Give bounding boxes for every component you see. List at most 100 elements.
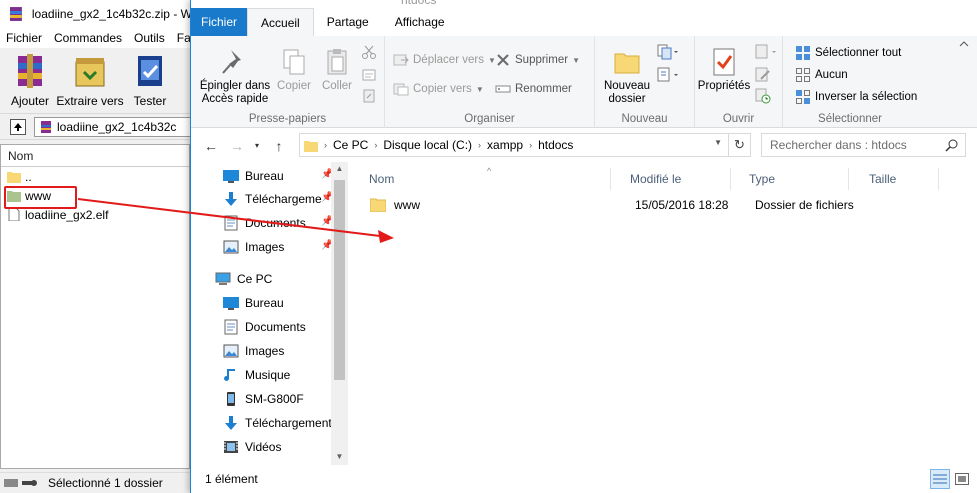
tab-affichage[interactable]: Affichage [382,8,458,36]
pin-icon[interactable]: 📌 [321,216,333,228]
pin-icon[interactable]: 📌 [321,169,333,181]
nav-quick-bureau[interactable]: Bureau 📌 [223,165,333,187]
breadcrumb-htdocs[interactable]: htdocs [538,138,573,152]
cut-icon[interactable] [361,44,377,60]
images-icon [223,344,239,358]
documents-icon [224,319,238,335]
refresh-button[interactable]: ↻ [728,134,750,156]
menu-commandes[interactable]: Commandes [48,31,128,45]
new-folder-button[interactable]: Nouveau dossier [599,46,655,106]
menu-outils[interactable]: Outils [128,31,171,45]
up-folder-button[interactable] [10,118,26,135]
group-organize: Déplacer vers ▼ Supprimer ▼ Copier vers ▼ R… [385,36,595,128]
pin-label-1: Épingler dans [199,80,271,92]
winrar-add-icon [18,54,42,88]
scroll-down-icon[interactable]: ▼ [331,452,348,461]
file-list-pane[interactable]: Nom ^ Modifié le Type Taille www 15/05/2… [349,162,977,465]
delete-label: Supprimer [515,54,569,66]
move-to-button[interactable]: Déplacer vers ▼ [393,52,496,68]
chevron-down-icon: ▼ [475,84,484,94]
pin-quick-access-button[interactable]: Épingler dans Accès rapide [197,46,273,106]
move-to-label: Déplacer vers [413,54,484,66]
menu-fichier[interactable]: Fichier [0,31,48,45]
paste-shortcut-icon[interactable] [361,88,377,104]
column-modified[interactable]: Modifié le [611,168,731,190]
rename-button[interactable]: Renommer [495,81,572,97]
select-all-button[interactable]: Sélectionner tout [795,45,901,61]
winrar-toolbar: Ajouter Extraire vers Tester [0,48,200,112]
nav-label: Images [245,344,285,358]
music-icon [224,369,235,381]
rename-label: Renommer [515,83,572,95]
group-new: Nouveau dossier Nouveau [595,36,695,128]
column-type[interactable]: Type [731,168,849,190]
breadcrumb-disque-local[interactable]: Disque local (C:) [383,138,472,152]
large-icons-view-button[interactable] [952,469,972,489]
tab-fichier[interactable]: Fichier [191,8,248,36]
paste-button[interactable]: Coller [317,46,357,93]
nav-scrollbar[interactable]: ▲ ▼ [331,162,348,465]
delete-button[interactable]: Supprimer ▼ [495,52,580,68]
column-size[interactable]: Taille [849,168,939,190]
chevron-up-icon[interactable] [959,39,969,49]
copy-icon [283,49,305,75]
pin-icon[interactable]: 📌 [321,192,333,204]
back-button[interactable]: ← [201,138,221,154]
details-view-button[interactable] [930,469,950,489]
nav-quick-telechargements[interactable]: Téléchargeme 📌 [223,188,333,210]
nav-ce-pc[interactable]: Ce PC [215,268,349,290]
up-button[interactable]: ↑ [269,138,289,154]
paste-icon [327,49,347,75]
breadcrumb-ce-pc[interactable]: Ce PC [333,138,368,152]
edit-icon[interactable] [755,67,771,83]
desktop-icon [223,170,239,183]
file-modified: 15/05/2016 18:28 [635,198,729,212]
address-bar[interactable]: › Ce PC › Disque local (C:) › xampp › ht… [299,133,751,157]
new-item-icon[interactable] [657,44,679,60]
address-dropdown-icon[interactable]: ▼ [714,138,722,147]
nav-label: Téléchargeme [245,192,322,206]
documents-icon [224,215,238,231]
nav-label: SM-G800F [245,392,304,406]
select-all-label: Sélectionner tout [815,47,902,59]
item-count: 1 élément [205,472,258,486]
open-icon[interactable] [755,44,777,60]
properties-button[interactable]: Propriétés [695,46,753,93]
forward-button[interactable]: → [227,138,247,154]
select-none-button[interactable]: Aucun [795,67,848,83]
search-input[interactable]: Rechercher dans : htdocs [761,133,966,157]
scroll-thumb[interactable] [334,180,345,380]
folder-icon [7,172,21,183]
breadcrumb-xampp[interactable]: xampp [487,138,523,152]
copy-to-button[interactable]: Copier vers ▼ [393,81,484,97]
tab-partage[interactable]: Partage [314,8,382,36]
nav-quick-images[interactable]: Images 📌 [223,236,333,258]
column-name[interactable]: Nom ^ [349,166,611,190]
table-row[interactable]: www 15/05/2016 18:28 Dossier de fichiers [364,194,944,216]
test-button[interactable]: Tester [120,48,180,112]
history-icon[interactable] [755,88,771,104]
winrar-path-field[interactable]: loadiine_gx2_1c4b32c [34,116,200,137]
nav-quick-documents[interactable]: Documents 📌 [223,212,333,234]
pin-icon[interactable]: 📌 [321,240,333,252]
copy-button[interactable]: Copier [273,46,315,93]
scroll-up-icon[interactable]: ▲ [331,164,348,173]
navigation-pane[interactable]: Bureau 📌 Téléchargeme 📌 Documents 📌 Imag… [191,162,349,465]
tab-accueil[interactable]: Accueil [247,8,314,36]
recent-locations-chevron-icon[interactable]: ▾ [247,141,267,150]
extract-button[interactable]: Extraire vers [56,48,124,112]
explorer-titlebar: htdocs [191,0,977,8]
list-item[interactable]: .. [1,167,189,186]
invert-selection-button[interactable]: Inverser la sélection [795,89,917,105]
breadcrumb-separator-icon: › [324,140,327,150]
easy-access-icon[interactable] [657,67,679,83]
winrar-window: loadiine_gx2_1c4b32c.zip - Win Fichier C… [0,0,200,493]
explorer-statusbar: 1 élément [191,465,977,493]
address-bar-row: ← → ▾ ↑ › Ce PC › Disque local (C:) › xa… [191,129,977,162]
winrar-column-name[interactable]: Nom [1,145,189,167]
copy-path-icon[interactable] [361,67,377,83]
breadcrumb-separator-icon: › [374,140,378,150]
add-button[interactable]: Ajouter [0,48,60,112]
copy-label: Copier [277,80,311,92]
images-icon [223,240,239,254]
